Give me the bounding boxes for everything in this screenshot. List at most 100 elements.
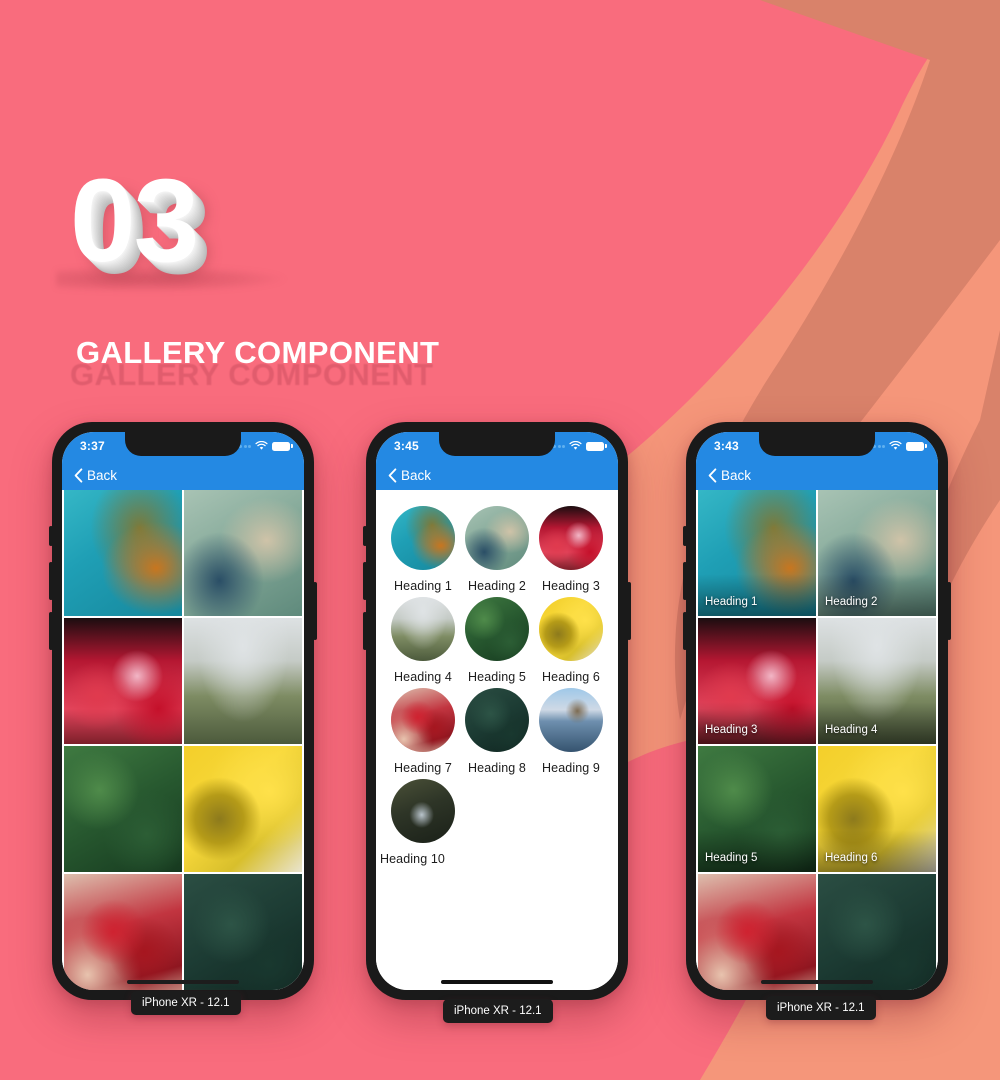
device-caption-3: iPhone XR - 12.1 xyxy=(766,996,876,1020)
gallery-tile[interactable] xyxy=(64,490,182,616)
photo-thumbnail xyxy=(818,874,936,990)
slide-number: 03 xyxy=(70,155,199,287)
gallery-tile[interactable] xyxy=(64,746,182,872)
volume-up-button-3[interactable] xyxy=(683,562,687,600)
phone-screen-1: 3:37 Back xyxy=(62,432,304,990)
gallery-tile[interactable]: Heading 6 xyxy=(818,746,936,872)
circle-thumbnail xyxy=(391,597,455,661)
circle-thumbnail xyxy=(465,506,529,570)
gallery-tile[interactable]: Heading 3 xyxy=(698,618,816,744)
tile-label: Heading 5 xyxy=(705,852,758,864)
chevron-left-icon[interactable] xyxy=(708,467,717,483)
tile-gradient-scrim xyxy=(698,830,816,872)
circle-item-label: Heading 2 xyxy=(468,579,526,593)
gallery-circle-item[interactable]: Heading 10 xyxy=(380,779,460,866)
gallery-circle-item[interactable]: Heading 2 xyxy=(460,506,534,593)
gallery-circle-item[interactable]: Heading 4 xyxy=(386,597,460,684)
gallery-circle-item[interactable]: Heading 6 xyxy=(534,597,608,684)
photo-thumbnail xyxy=(698,874,816,990)
battery-full-icon xyxy=(586,441,607,451)
home-indicator-2[interactable] xyxy=(441,980,553,984)
back-button-3[interactable]: Back xyxy=(721,468,751,483)
circle-thumbnail xyxy=(539,506,603,570)
circle-thumbnail xyxy=(465,688,529,752)
gallery-content-1[interactable] xyxy=(62,490,304,990)
volume-up-button-2[interactable] xyxy=(363,562,367,600)
gallery-tile[interactable] xyxy=(184,874,302,990)
device-caption-1: iPhone XR - 12.1 xyxy=(131,991,241,1015)
status-time-3: 3:43 xyxy=(714,439,739,453)
chevron-left-icon[interactable] xyxy=(74,467,83,483)
gallery-tile[interactable]: Heading 4 xyxy=(818,618,936,744)
notch-3 xyxy=(759,432,875,456)
circle-item-label: Heading 10 xyxy=(380,852,445,866)
circle-item-label: Heading 9 xyxy=(542,761,600,775)
phone-screen-2: 3:45 Back Heading 1 Heading 2 Heading 3 … xyxy=(376,432,618,990)
gallery-tile[interactable] xyxy=(64,618,182,744)
mute-switch-1[interactable] xyxy=(49,526,53,546)
nav-bar-3: Back xyxy=(696,460,938,490)
home-indicator-3[interactable] xyxy=(761,980,873,984)
gallery-circle-item[interactable]: Heading 1 xyxy=(386,506,460,593)
volume-down-button-2[interactable] xyxy=(363,612,367,650)
photo-thumbnail xyxy=(539,688,603,752)
tile-label: Heading 6 xyxy=(825,852,878,864)
battery-full-icon xyxy=(272,441,293,451)
gallery-tile[interactable]: Heading 1 xyxy=(698,490,816,616)
volume-up-button-1[interactable] xyxy=(49,562,53,600)
power-button-2[interactable] xyxy=(627,582,631,640)
power-button-1[interactable] xyxy=(313,582,317,640)
home-indicator-1[interactable] xyxy=(127,980,239,984)
gallery-tile[interactable] xyxy=(184,490,302,616)
gallery-tile[interactable]: Heading 5 xyxy=(698,746,816,872)
gallery-tile[interactable] xyxy=(64,874,182,990)
wifi-icon xyxy=(255,441,268,450)
back-button-2[interactable]: Back xyxy=(401,468,431,483)
gallery-tile[interactable] xyxy=(184,618,302,744)
mute-switch-2[interactable] xyxy=(363,526,367,546)
wifi-icon xyxy=(889,441,902,450)
photo-grid-circles: Heading 1 Heading 2 Heading 3 Heading 4 … xyxy=(376,490,618,866)
photo-thumbnail xyxy=(391,688,455,752)
gallery-circle-item[interactable]: Heading 5 xyxy=(460,597,534,684)
slide-title-wrap: GALLERY COMPONENT GALLERY COMPONENT xyxy=(70,335,670,401)
circle-thumbnail xyxy=(539,688,603,752)
notch-2 xyxy=(439,432,555,456)
gallery-content-3[interactable]: Heading 1 Heading 2 Heading 3 Heading 4 xyxy=(696,490,938,990)
nav-bar-2: Back xyxy=(376,460,618,490)
tile-gradient-scrim xyxy=(698,702,816,744)
notch-1 xyxy=(125,432,241,456)
gallery-circle-item[interactable]: Heading 3 xyxy=(534,506,608,593)
tile-label: Heading 2 xyxy=(825,596,878,608)
circle-item-label: Heading 8 xyxy=(468,761,526,775)
chevron-left-icon[interactable] xyxy=(388,467,397,483)
wifi-icon xyxy=(569,441,582,450)
tile-gradient-scrim xyxy=(818,574,936,616)
back-button-1[interactable]: Back xyxy=(87,468,117,483)
gallery-tile[interactable]: Heading 2 xyxy=(818,490,936,616)
volume-down-button-3[interactable] xyxy=(683,612,687,650)
circle-thumbnail xyxy=(465,597,529,661)
gallery-circle-item[interactable]: Heading 8 xyxy=(460,688,534,775)
gallery-content-2[interactable]: Heading 1 Heading 2 Heading 3 Heading 4 … xyxy=(376,490,618,990)
slide-number-wrap: 03 xyxy=(56,162,670,292)
status-time-2: 3:45 xyxy=(394,439,419,453)
power-button-3[interactable] xyxy=(947,582,951,640)
headline-block: 03 GALLERY COMPONENT GALLERY COMPONENT xyxy=(56,162,670,401)
photo-thumbnail xyxy=(465,597,529,661)
gallery-circle-item[interactable]: Heading 9 xyxy=(534,688,608,775)
gallery-tile[interactable] xyxy=(818,874,936,990)
circle-thumbnail xyxy=(539,597,603,661)
gallery-tile[interactable] xyxy=(698,874,816,990)
device-caption-2: iPhone XR - 12.1 xyxy=(443,999,553,1023)
photo-thumbnail xyxy=(64,490,182,616)
circle-item-label: Heading 3 xyxy=(542,579,600,593)
circle-item-label: Heading 5 xyxy=(468,670,526,684)
gallery-tile[interactable] xyxy=(184,746,302,872)
tile-gradient-scrim xyxy=(818,830,936,872)
photo-thumbnail xyxy=(184,618,302,744)
gallery-circle-item[interactable]: Heading 7 xyxy=(386,688,460,775)
volume-down-button-1[interactable] xyxy=(49,612,53,650)
mute-switch-3[interactable] xyxy=(683,526,687,546)
circle-item-label: Heading 7 xyxy=(394,761,452,775)
